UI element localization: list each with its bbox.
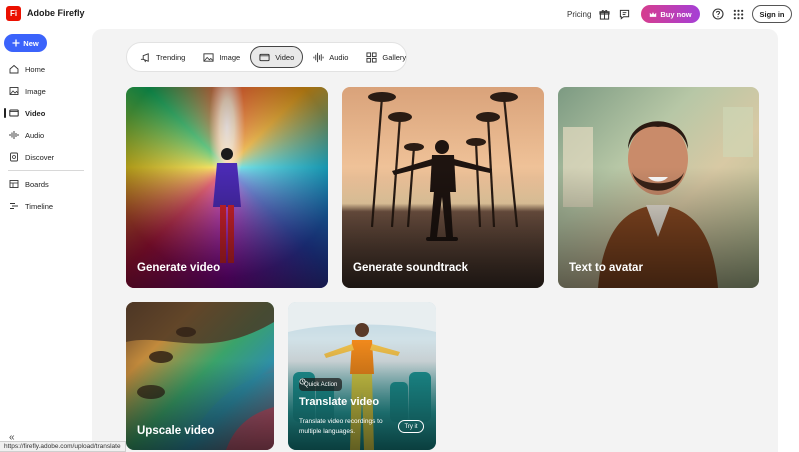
- new-button[interactable]: New: [4, 34, 47, 52]
- tab-label: Trending: [156, 52, 186, 62]
- tab-label: Gallery: [382, 52, 407, 62]
- sidebar-item-label: Boards: [25, 179, 49, 189]
- video-icon: [9, 109, 19, 117]
- sidebar-item-label: Video: [25, 108, 46, 118]
- home-icon: [9, 64, 19, 74]
- chat-icon[interactable]: [617, 7, 631, 21]
- buy-now-button[interactable]: Buy now: [641, 5, 700, 23]
- trending-icon: [140, 52, 149, 62]
- audio-icon: [9, 131, 19, 139]
- sidebar-item-home[interactable]: Home: [4, 60, 86, 78]
- tab-video[interactable]: Video: [250, 46, 304, 68]
- status-bar-url: https://firefly.adobe.com/upload/transla…: [0, 441, 126, 452]
- video-icon: [259, 53, 270, 61]
- card-generate-video[interactable]: Generate video: [126, 87, 328, 288]
- top-bar: Fi Adobe Firefly Pricing Buy now Sign in: [0, 0, 799, 28]
- tab-image[interactable]: Image: [195, 46, 248, 68]
- card-text-to-avatar[interactable]: Text to avatar: [558, 87, 759, 288]
- image-icon: [9, 87, 19, 95]
- tab-audio[interactable]: Audio: [305, 46, 356, 68]
- card-translate-video[interactable]: Quick Action Translate video Translate v…: [288, 302, 436, 450]
- card-title: Generate video: [137, 262, 221, 274]
- pricing-link[interactable]: Pricing: [567, 10, 591, 19]
- card-generate-soundtrack[interactable]: Generate soundtrack: [342, 87, 544, 288]
- card-title: Generate soundtrack: [353, 262, 469, 274]
- gift-icon[interactable]: [597, 7, 611, 21]
- tab-label: Audio: [329, 52, 349, 62]
- tab-gallery[interactable]: Gallery: [358, 46, 414, 68]
- quick-action-badge: Quick Action: [299, 378, 343, 391]
- sidebar-item-video[interactable]: Video: [4, 104, 86, 122]
- timeline-icon: [10, 203, 18, 209]
- tab-label: Video: [275, 52, 295, 62]
- app-name[interactable]: Adobe Firefly: [27, 8, 85, 18]
- card-description: Translate video recordings to multiple l…: [299, 418, 383, 435]
- firefly-logo[interactable]: Fi: [6, 6, 21, 21]
- crown-icon: [650, 11, 657, 17]
- plus-icon: [12, 39, 20, 47]
- image-icon: [203, 52, 214, 62]
- quick-action-icon: [299, 378, 306, 385]
- help-icon[interactable]: [711, 7, 725, 21]
- audio-icon: [313, 52, 324, 62]
- card-title: Text to avatar: [569, 262, 643, 274]
- sidebar-item-label: Image: [25, 86, 46, 96]
- card-title: Translate video: [299, 396, 380, 408]
- try-it-button[interactable]: Try it: [398, 420, 424, 433]
- apps-grid-icon[interactable]: [731, 7, 745, 21]
- sidebar-item-discover[interactable]: Discover: [4, 148, 86, 166]
- sidebar-item-label: Audio: [25, 130, 45, 140]
- tab-trending[interactable]: Trending: [132, 46, 193, 68]
- discover-icon: [10, 152, 18, 162]
- sidebar-item-timeline[interactable]: Timeline: [4, 197, 86, 215]
- card-title: Upscale video: [137, 425, 215, 437]
- sidebar-item-label: Discover: [25, 152, 55, 162]
- panel-edge: [778, 210, 799, 452]
- category-tabs: Trending Image Video Audio Gallery: [126, 42, 407, 72]
- boards-icon: [9, 180, 19, 188]
- sidebar-item-label: Timeline: [25, 201, 54, 211]
- tab-label: Image: [219, 52, 241, 62]
- sidebar-item-label: Home: [25, 64, 46, 74]
- buy-now-label: Buy now: [660, 9, 692, 19]
- new-button-label: New: [23, 38, 39, 48]
- sidebar-item-audio[interactable]: Audio: [4, 126, 86, 144]
- card-upscale-video[interactable]: Upscale video: [126, 302, 274, 450]
- sidebar-item-boards[interactable]: Boards: [4, 175, 86, 193]
- sidebar-divider: [8, 170, 84, 171]
- quick-action-label: Quick Action: [304, 381, 338, 388]
- sidebar-item-image[interactable]: Image: [4, 82, 86, 100]
- gallery-icon: [366, 51, 377, 63]
- sign-in-button[interactable]: Sign in: [752, 5, 792, 23]
